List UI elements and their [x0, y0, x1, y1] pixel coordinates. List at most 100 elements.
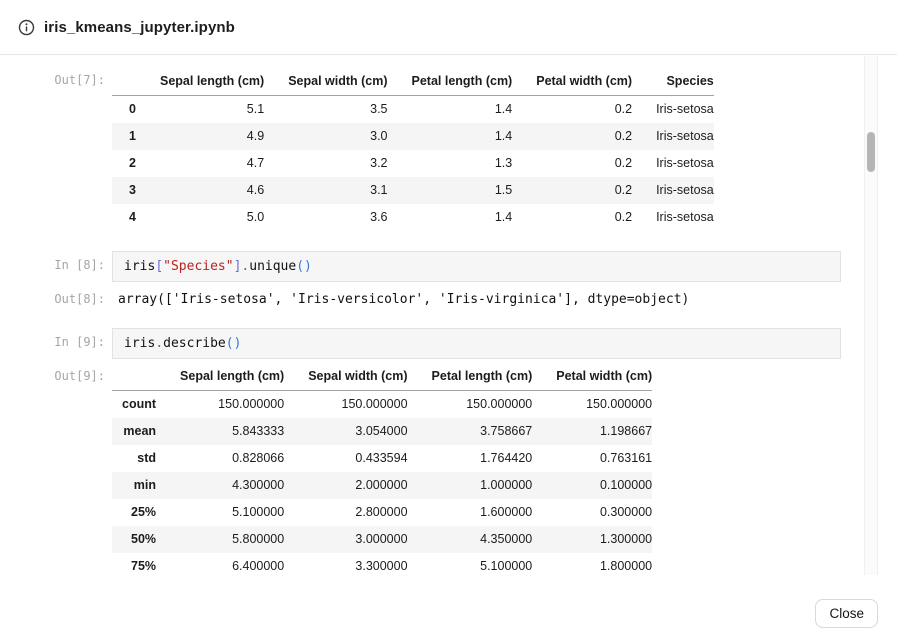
table-cell: 5.0 — [136, 204, 264, 231]
table-cell: 1.300000 — [532, 526, 652, 553]
table-cell: 1.4 — [388, 123, 513, 150]
code-token: . — [155, 336, 163, 351]
table-cell: 0.300000 — [532, 499, 652, 526]
table-cell: 0.2 — [512, 123, 632, 150]
table-cell: 1.3 — [388, 150, 513, 177]
close-button[interactable]: Close — [815, 599, 878, 628]
iris-head-table: Sepal length (cm)Sepal width (cm)Petal l… — [112, 68, 714, 231]
iris-describe-table: Sepal length (cm)Sepal width (cm)Petal l… — [112, 363, 652, 575]
table-cell: 5.800000 — [156, 526, 284, 553]
column-header — [112, 68, 136, 96]
table-row: 50%5.8000003.0000004.3500001.300000 — [112, 526, 652, 553]
row-index: 25% — [112, 499, 156, 526]
table-cell: Iris-setosa — [632, 96, 714, 124]
notebook-cell-out7: Out[7]: Sepal length (cm)Sepal width (cm… — [0, 68, 880, 231]
table-cell: 150.000000 — [532, 391, 652, 419]
table-cell: 1.4 — [388, 96, 513, 124]
file-title: iris_kmeans_jupyter.ipynb — [44, 19, 235, 36]
row-index: 50% — [112, 526, 156, 553]
row-index: 1 — [112, 123, 136, 150]
table-cell: 150.000000 — [408, 391, 533, 419]
table-cell: 5.100000 — [408, 553, 533, 575]
row-index: 2 — [112, 150, 136, 177]
row-index: 75% — [112, 553, 156, 575]
row-index: mean — [112, 418, 156, 445]
table-cell: 3.054000 — [284, 418, 407, 445]
column-header: Petal length (cm) — [408, 363, 533, 391]
table-cell: 0.2 — [512, 204, 632, 231]
table-row: min4.3000002.0000001.0000000.100000 — [112, 472, 652, 499]
table-cell: 4.6 — [136, 177, 264, 204]
code-token: unique — [249, 259, 296, 274]
row-index: std — [112, 445, 156, 472]
table-cell: 5.843333 — [156, 418, 284, 445]
table-cell: 4.9 — [136, 123, 264, 150]
output-prompt: Out[9]: — [0, 363, 112, 383]
notebook-cell-in9: In [9]: iris.describe() — [0, 328, 880, 359]
notebook-preview-area: Out[7]: Sepal length (cm)Sepal width (cm… — [0, 56, 880, 575]
code-token: iris — [124, 336, 155, 351]
code-token: ) — [234, 336, 242, 351]
table-row: 05.13.51.40.2Iris-setosa — [112, 96, 714, 124]
table-cell: 5.100000 — [156, 499, 284, 526]
code-token: ) — [304, 259, 312, 274]
code-input: iris["Species"].unique() — [112, 251, 841, 282]
input-prompt: In [8]: — [0, 251, 112, 272]
column-header: Sepal width (cm) — [284, 363, 407, 391]
table-cell: 150.000000 — [156, 391, 284, 419]
table-cell: 1.764420 — [408, 445, 533, 472]
row-index: 0 — [112, 96, 136, 124]
column-header: Species — [632, 68, 714, 96]
output-prompt: Out[7]: — [0, 68, 112, 87]
scrollbar-thumb[interactable] — [867, 132, 875, 172]
row-index: count — [112, 391, 156, 419]
table-cell: 3.1 — [264, 177, 387, 204]
scrollbar-track[interactable] — [864, 56, 878, 575]
code-token: ( — [296, 259, 304, 274]
column-header: Petal length (cm) — [388, 68, 513, 96]
table-cell: 3.758667 — [408, 418, 533, 445]
table-cell: 3.0 — [264, 123, 387, 150]
table-cell: 0.2 — [512, 150, 632, 177]
column-header: Sepal length (cm) — [136, 68, 264, 96]
table-cell: 0.100000 — [532, 472, 652, 499]
table-cell: 5.1 — [136, 96, 264, 124]
table-cell: 0.763161 — [532, 445, 652, 472]
table-cell: 3.6 — [264, 204, 387, 231]
table-row: 25%5.1000002.8000001.6000000.300000 — [112, 499, 652, 526]
notebook-cell-out9: Out[9]: Sepal length (cm)Sepal width (cm… — [0, 363, 880, 575]
table-cell: Iris-setosa — [632, 177, 714, 204]
table-cell: 3.300000 — [284, 553, 407, 575]
input-prompt: In [9]: — [0, 328, 112, 349]
table-cell: Iris-setosa — [632, 150, 714, 177]
row-index: 4 — [112, 204, 136, 231]
table-cell: 4.7 — [136, 150, 264, 177]
table-cell: 2.800000 — [284, 499, 407, 526]
column-header: Sepal width (cm) — [264, 68, 387, 96]
column-header: Petal width (cm) — [512, 68, 632, 96]
table-cell: 0.2 — [512, 96, 632, 124]
column-header — [112, 363, 156, 391]
table-cell: Iris-setosa — [632, 204, 714, 231]
notebook-cell-in8: In [8]: iris["Species"].unique() — [0, 251, 880, 282]
table-row: count150.000000150.000000150.000000150.0… — [112, 391, 652, 419]
table-cell: 150.000000 — [284, 391, 407, 419]
code-token: describe — [163, 336, 226, 351]
table-row: 14.93.01.40.2Iris-setosa — [112, 123, 714, 150]
table-cell: 3.2 — [264, 150, 387, 177]
output-prompt: Out[8]: — [0, 290, 112, 306]
table-cell: 6.400000 — [156, 553, 284, 575]
code-token: iris — [124, 259, 155, 274]
table-cell: Iris-setosa — [632, 123, 714, 150]
table-row: 75%6.4000003.3000005.1000001.800000 — [112, 553, 652, 575]
table-row: 45.03.61.40.2Iris-setosa — [112, 204, 714, 231]
code-token: "Species" — [163, 259, 233, 274]
table-cell: 4.350000 — [408, 526, 533, 553]
table-row: std0.8280660.4335941.7644200.763161 — [112, 445, 652, 472]
column-header: Sepal length (cm) — [156, 363, 284, 391]
table-row: 24.73.21.30.2Iris-setosa — [112, 150, 714, 177]
table-cell: 1.4 — [388, 204, 513, 231]
code-input: iris.describe() — [112, 328, 841, 359]
table-row: 34.63.11.50.2Iris-setosa — [112, 177, 714, 204]
table-row: mean5.8433333.0540003.7586671.198667 — [112, 418, 652, 445]
